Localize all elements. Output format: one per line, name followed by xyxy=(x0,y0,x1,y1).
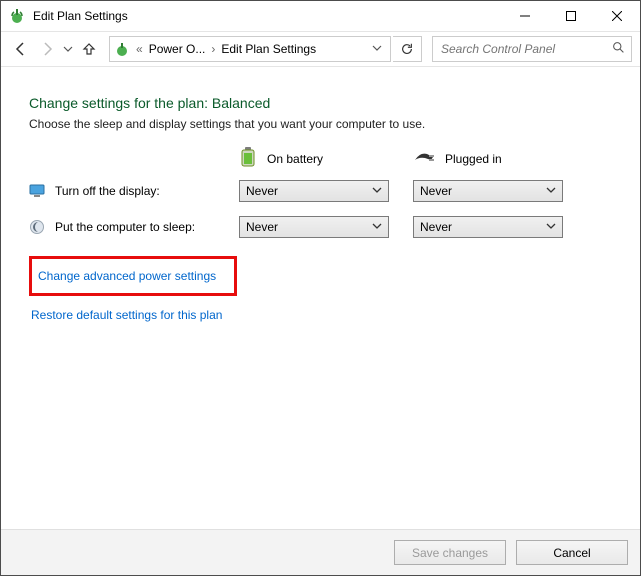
address-bar[interactable]: « Power O... › Edit Plan Settings xyxy=(109,36,391,62)
column-headers: On battery Plugged in xyxy=(239,147,612,170)
close-button[interactable] xyxy=(594,1,640,31)
battery-icon xyxy=(239,147,257,170)
search-icon xyxy=(612,41,625,57)
display-battery-dropdown[interactable]: Never xyxy=(239,180,389,202)
search-box[interactable] xyxy=(432,36,632,62)
page-heading: Change settings for the plan: Balanced xyxy=(29,95,612,111)
power-options-icon xyxy=(9,8,25,24)
window-title: Edit Plan Settings xyxy=(33,9,128,23)
dropdown-value: Never xyxy=(420,220,546,234)
page-description: Choose the sleep and display settings th… xyxy=(29,117,612,131)
breadcrumb-prefix-icon: « xyxy=(134,42,145,56)
row-label: Put the computer to sleep: xyxy=(29,219,239,235)
content-area: Change settings for the plan: Balanced C… xyxy=(1,67,640,529)
sleep-plugged-dropdown[interactable]: Never xyxy=(413,216,563,238)
column-label: Plugged in xyxy=(445,152,502,166)
restore-defaults-link[interactable]: Restore default settings for this plan xyxy=(29,304,224,326)
window-controls xyxy=(502,1,640,31)
highlight-annotation: Change advanced power settings xyxy=(29,256,237,296)
refresh-button[interactable] xyxy=(393,36,422,62)
chevron-down-icon xyxy=(546,220,556,234)
window-frame: Edit Plan Settings xyxy=(0,0,641,576)
column-label: On battery xyxy=(267,152,323,166)
breadcrumb-item[interactable]: Power O... xyxy=(149,42,206,56)
dropdown-value: Never xyxy=(246,220,372,234)
chevron-down-icon xyxy=(372,184,382,198)
back-button[interactable] xyxy=(9,37,33,61)
footer: Save changes Cancel xyxy=(1,529,640,575)
dropdown-value: Never xyxy=(420,184,546,198)
row-label-text: Turn off the display: xyxy=(55,184,160,198)
minimize-button[interactable] xyxy=(502,1,548,31)
maximize-button[interactable] xyxy=(548,1,594,31)
row-label-text: Put the computer to sleep: xyxy=(55,220,195,234)
toolbar: « Power O... › Edit Plan Settings xyxy=(1,31,640,67)
links-section: Change advanced power settings Restore d… xyxy=(29,256,612,326)
forward-button[interactable] xyxy=(35,37,59,61)
row-turn-off-display: Turn off the display: Never Never xyxy=(29,180,612,202)
history-dropdown[interactable] xyxy=(61,44,75,54)
address-dropdown[interactable] xyxy=(372,42,382,56)
titlebar: Edit Plan Settings xyxy=(1,1,640,31)
save-changes-button[interactable]: Save changes xyxy=(394,540,506,565)
power-options-icon xyxy=(114,41,130,57)
breadcrumb-item[interactable]: Edit Plan Settings xyxy=(221,42,316,56)
search-input[interactable] xyxy=(439,41,612,57)
column-on-battery: On battery xyxy=(239,147,389,170)
chevron-down-icon xyxy=(546,184,556,198)
plug-icon xyxy=(413,150,435,167)
moon-icon xyxy=(29,219,45,235)
display-icon xyxy=(29,183,45,199)
row-label: Turn off the display: xyxy=(29,183,239,199)
cancel-button[interactable]: Cancel xyxy=(516,540,628,565)
display-plugged-dropdown[interactable]: Never xyxy=(413,180,563,202)
column-plugged-in: Plugged in xyxy=(413,150,563,167)
dropdown-value: Never xyxy=(246,184,372,198)
advanced-power-settings-link[interactable]: Change advanced power settings xyxy=(36,265,218,287)
row-sleep: Put the computer to sleep: Never Never xyxy=(29,216,612,238)
up-button[interactable] xyxy=(77,37,101,61)
sleep-battery-dropdown[interactable]: Never xyxy=(239,216,389,238)
chevron-right-icon: › xyxy=(209,42,217,56)
chevron-down-icon xyxy=(372,220,382,234)
